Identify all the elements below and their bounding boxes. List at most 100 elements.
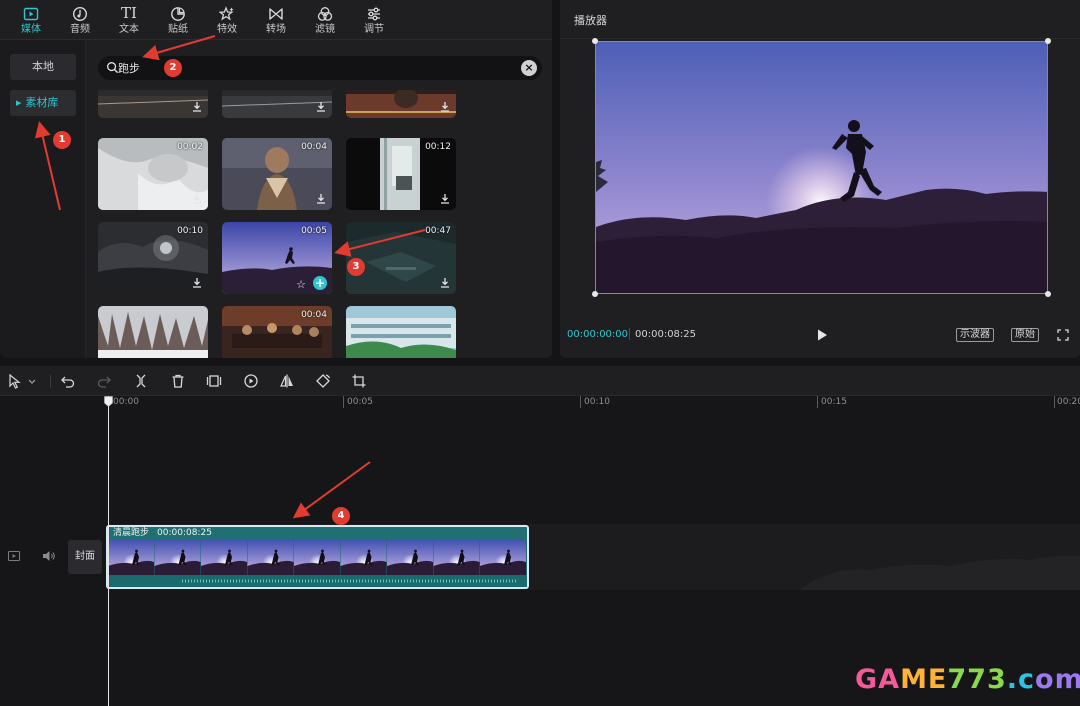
- download-icon[interactable]: [192, 277, 202, 291]
- sticker-icon: [155, 3, 201, 23]
- crop-handle[interactable]: [592, 38, 598, 44]
- cover-button[interactable]: 封面: [68, 540, 102, 574]
- total-time: 00:00:08:25: [635, 329, 697, 340]
- media-thumbnail[interactable]: [346, 306, 456, 358]
- playhead[interactable]: [108, 396, 109, 706]
- redo-icon: [96, 373, 112, 389]
- ruler-tick: [343, 396, 344, 408]
- divider: [560, 38, 1080, 39]
- clip-filmstrip: [108, 539, 526, 575]
- media-thumbnail[interactable]: [222, 90, 332, 118]
- divider: [629, 328, 630, 340]
- player-title: 播放器: [574, 14, 607, 27]
- clip-audio-waveform: [108, 575, 527, 587]
- favorite-star-icon[interactable]: ☆: [296, 278, 306, 291]
- mute-audio-icon[interactable]: [42, 550, 56, 562]
- tab-transition[interactable]: 转场: [253, 3, 299, 39]
- audio-icon: [57, 3, 103, 23]
- ruler-label: 00:20: [1057, 397, 1080, 407]
- ruler-label: 00:10: [584, 397, 610, 407]
- annotation-marker: 3: [347, 258, 365, 276]
- media-thumbnail[interactable]: 00:10: [98, 222, 208, 294]
- ruler-tick: [580, 396, 581, 408]
- tab-media[interactable]: 媒体: [8, 3, 54, 39]
- clear-search-icon[interactable]: ×: [521, 60, 537, 76]
- media-thumbnail[interactable]: 00:04: [222, 306, 332, 358]
- media-thumbnail[interactable]: 00:04: [222, 138, 332, 210]
- split-icon[interactable]: [133, 373, 149, 389]
- media-thumbnail[interactable]: [98, 306, 208, 358]
- download-icon[interactable]: [440, 277, 450, 291]
- chevron-down-icon[interactable]: [27, 373, 37, 389]
- video-preview[interactable]: [595, 41, 1048, 294]
- player-panel: 播放器 00:00:00:00 00:00:08:25 示波器 原始: [560, 0, 1080, 358]
- rotate-icon[interactable]: [315, 373, 331, 389]
- time-ruler[interactable]: 00:00 00:05 00:10 00:15 00:20: [0, 396, 1080, 410]
- current-time: 00:00:00:00: [567, 329, 629, 340]
- mirror-icon[interactable]: [279, 373, 295, 389]
- ruler-tick: [817, 396, 818, 408]
- filter-icon: [302, 3, 348, 23]
- media-thumbnail[interactable]: 00:47: [346, 222, 456, 294]
- media-icon: [8, 3, 54, 23]
- play-icon[interactable]: [815, 328, 829, 342]
- timeline[interactable]: 00:00 00:05 00:10 00:15 00:20 封面 清晨跑步 00:…: [0, 396, 1080, 706]
- media-thumbnail-grid: 00:02 00:04 00:12 00:10 00:05 ☆ + 00:47: [98, 90, 548, 358]
- media-thumbnail[interactable]: [98, 90, 208, 118]
- clip-duration: 00:00:08:25: [157, 528, 212, 538]
- tab-audio[interactable]: 音频: [57, 3, 103, 39]
- media-thumbnail[interactable]: 00:12: [346, 138, 456, 210]
- adjust-icon: [351, 3, 397, 23]
- ruler-label: 00:05: [347, 397, 373, 407]
- clip-name: 清晨跑步: [113, 528, 150, 538]
- reverse-icon[interactable]: [243, 373, 259, 389]
- crop-handle[interactable]: [1045, 291, 1051, 297]
- tab-adjust[interactable]: 调节: [351, 3, 397, 39]
- track-shadow: [800, 555, 1080, 590]
- download-icon[interactable]: [192, 193, 202, 207]
- playhead-handle[interactable]: [104, 396, 113, 407]
- media-thumbnail[interactable]: [346, 90, 456, 118]
- download-icon[interactable]: [316, 193, 326, 207]
- crop-handle[interactable]: [1045, 38, 1051, 44]
- media-panel: 媒体 音频 TI 文本 贴纸 特效 转场 滤镜 调节 本地 ▶ 素材库 跑步 ×…: [0, 0, 552, 358]
- preview-frame: [596, 42, 1047, 293]
- fullscreen-icon[interactable]: [1057, 329, 1069, 341]
- text-icon: TI: [121, 4, 137, 22]
- tab-filter[interactable]: 滤镜: [302, 3, 348, 39]
- effects-icon: [204, 3, 250, 23]
- freeze-frame-icon[interactable]: [206, 373, 222, 389]
- transition-icon: [253, 3, 299, 23]
- asset-tabs: 媒体 音频 TI 文本 贴纸 特效 转场 滤镜 调节: [0, 0, 552, 40]
- clip-header: 清晨跑步 00:00:08:25: [108, 527, 527, 539]
- download-icon[interactable]: [316, 101, 326, 115]
- crop-icon[interactable]: [351, 373, 367, 389]
- ruler-tick: [1054, 396, 1055, 408]
- undo-icon[interactable]: [60, 373, 76, 389]
- video-clip[interactable]: 清晨跑步 00:00:08:25: [106, 525, 529, 589]
- video-track-icon[interactable]: [8, 551, 20, 561]
- crop-handle[interactable]: [592, 291, 598, 297]
- ruler-label: 00:15: [821, 397, 847, 407]
- download-icon[interactable]: [440, 101, 450, 115]
- ratio-original-button[interactable]: 原始: [1011, 328, 1039, 342]
- annotation-marker: 4: [332, 507, 350, 525]
- scope-button[interactable]: 示波器: [956, 328, 994, 342]
- site-watermark-logo: GAME773.com: [855, 664, 1080, 695]
- add-to-timeline-icon[interactable]: +: [313, 276, 327, 290]
- timeline-toolbar: [0, 366, 1080, 396]
- download-icon[interactable]: [192, 101, 202, 115]
- media-thumbnail-selected[interactable]: 00:05 ☆ +: [222, 222, 332, 294]
- sidebar-item-local[interactable]: 本地: [10, 54, 76, 80]
- media-thumbnail[interactable]: 00:02: [98, 138, 208, 210]
- select-tool-icon[interactable]: [7, 373, 23, 389]
- ruler-label: 00:00: [113, 397, 139, 407]
- divider: [50, 375, 51, 388]
- tab-sticker[interactable]: 贴纸: [155, 3, 201, 39]
- delete-icon[interactable]: [170, 373, 186, 389]
- tab-text[interactable]: TI 文本: [106, 3, 152, 39]
- tab-effects[interactable]: 特效: [204, 3, 250, 39]
- sidebar-item-library[interactable]: ▶ 素材库: [10, 90, 76, 116]
- media-sidebar: 本地 ▶ 素材库: [0, 40, 86, 358]
- download-icon[interactable]: [440, 193, 450, 207]
